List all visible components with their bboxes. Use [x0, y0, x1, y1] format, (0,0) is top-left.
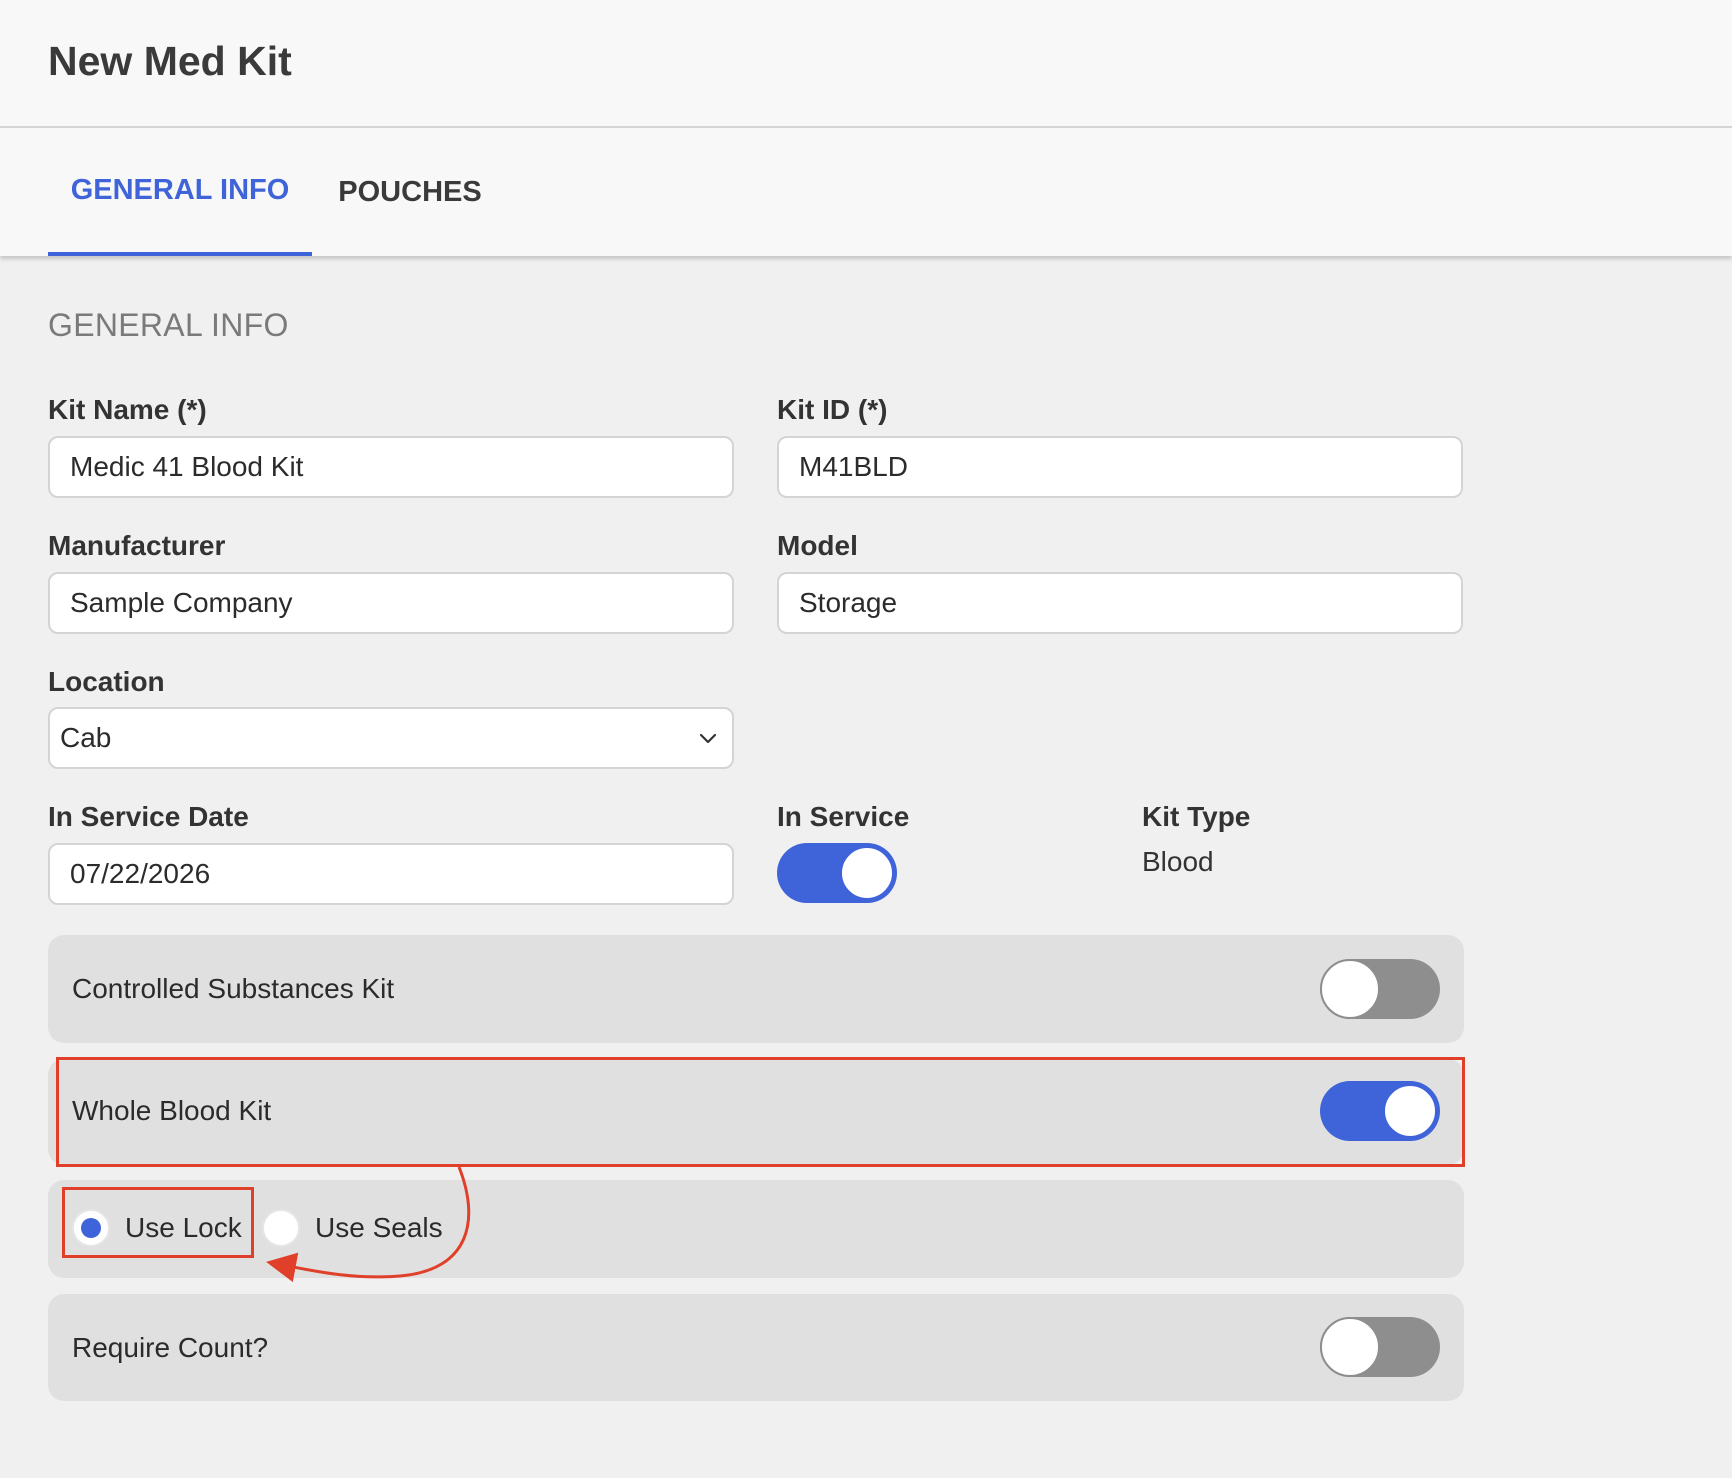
in-service-toggle[interactable] — [777, 843, 897, 903]
kit-name-input[interactable] — [48, 436, 734, 498]
use-lock-label[interactable]: Use Lock — [125, 1212, 242, 1244]
in-service-label: In Service — [777, 801, 910, 832]
controlled-substances-panel: Controlled Substances Kit — [48, 935, 1464, 1043]
location-selected-value: Cab — [60, 722, 112, 753]
use-lock-radio[interactable] — [72, 1209, 110, 1247]
require-count-toggle[interactable] — [1320, 1317, 1440, 1377]
toggle-knob — [1320, 1317, 1380, 1377]
kit-id-label: Kit ID (*) — [777, 394, 888, 425]
toggle-knob — [1320, 959, 1380, 1019]
section-title: GENERAL INFO — [48, 307, 289, 343]
whole-blood-label: Whole Blood Kit — [72, 1095, 272, 1126]
page-title: New Med Kit — [48, 38, 292, 84]
controlled-substances-toggle[interactable] — [1320, 959, 1440, 1019]
location-select[interactable]: Cab — [48, 707, 734, 769]
model-input[interactable] — [777, 572, 1463, 634]
toggle-knob — [840, 846, 894, 900]
manufacturer-input[interactable] — [48, 572, 734, 634]
tab-bar: GENERAL INFO POUCHES — [0, 128, 1732, 256]
tab-general-info[interactable]: GENERAL INFO — [48, 128, 312, 256]
kit-type-value: Blood — [1142, 846, 1214, 877]
lock-seals-panel: Use Lock Use Seals — [48, 1180, 1464, 1278]
radio-selected-dot — [81, 1218, 101, 1238]
whole-blood-panel: Whole Blood Kit — [48, 1059, 1464, 1165]
require-count-panel: Require Count? — [48, 1294, 1464, 1401]
kit-id-input[interactable] — [777, 436, 1463, 498]
toggle-knob — [1383, 1084, 1437, 1138]
tab-pouches[interactable]: POUCHES — [330, 128, 490, 256]
model-label: Model — [777, 530, 858, 561]
controlled-substances-label: Controlled Substances Kit — [72, 973, 395, 1004]
in-service-date-input[interactable] — [48, 843, 734, 905]
kit-name-label: Kit Name (*) — [48, 394, 207, 425]
page-header: New Med Kit — [0, 0, 1732, 128]
in-service-date-label: In Service Date — [48, 801, 249, 832]
require-count-label: Require Count? — [72, 1332, 269, 1363]
use-seals-radio[interactable] — [262, 1209, 300, 1247]
use-seals-label[interactable]: Use Seals — [315, 1212, 443, 1244]
location-label: Location — [48, 666, 165, 697]
whole-blood-toggle[interactable] — [1320, 1081, 1440, 1141]
chevron-down-icon — [699, 733, 717, 744]
kit-type-label: Kit Type — [1142, 801, 1251, 832]
manufacturer-label: Manufacturer — [48, 530, 226, 561]
